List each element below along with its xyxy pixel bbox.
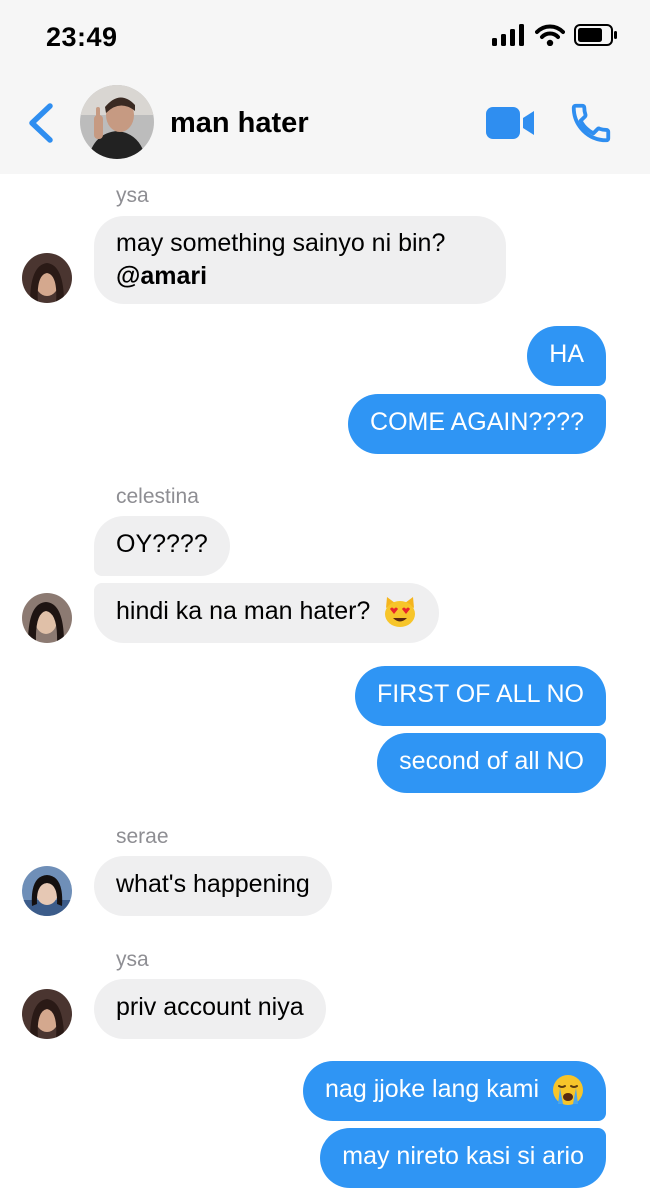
heart-eyes-cat-emoji (385, 597, 416, 628)
message-bubble-outgoing[interactable]: second of all NO (377, 733, 606, 793)
profile-photo (22, 866, 72, 916)
phone-icon (571, 103, 611, 143)
avatar-ysa[interactable] (22, 253, 72, 303)
profile-photo (22, 593, 72, 643)
profile-photo (22, 989, 72, 1039)
status-bar: 23:49 (0, 0, 650, 70)
video-call-icon (486, 107, 534, 139)
mention-tag[interactable]: @amari (116, 260, 484, 293)
chat-header: man hater (0, 70, 650, 174)
message-text: may something sainyo ni bin? (116, 229, 446, 257)
message-bubble-outgoing[interactable]: nag jjoke lang kami (303, 1061, 606, 1121)
profile-photo (22, 253, 72, 303)
voice-call-button[interactable] (568, 100, 614, 146)
message-bubble-incoming[interactable]: hindi ka na man hater? (94, 583, 440, 643)
sender-name: serae (116, 825, 169, 848)
message-bubble-outgoing[interactable]: may nireto kasi si ario (320, 1128, 606, 1188)
message-bubble-incoming[interactable]: OY???? (94, 516, 230, 576)
avatar-celestina[interactable] (22, 593, 72, 643)
back-button[interactable] (22, 100, 62, 146)
message-bubble-incoming[interactable]: what's happening (94, 856, 332, 916)
status-icons (492, 24, 618, 46)
avatar-ysa[interactable] (22, 989, 72, 1039)
group-avatar[interactable] (80, 85, 154, 159)
message-bubble-outgoing[interactable]: FIRST OF ALL NO (355, 666, 606, 726)
message-bubble-outgoing[interactable]: HA (527, 326, 606, 386)
message-text: nag jjoke lang kami (325, 1075, 540, 1103)
sender-name: ysa (116, 184, 149, 207)
message-bubble-incoming[interactable]: may something sainyo ni bin? @amari (94, 216, 506, 304)
avatar-serae[interactable] (22, 866, 72, 916)
wifi-icon (535, 24, 565, 46)
message-text: hindi ka na man hater? (116, 597, 371, 625)
sender-name: ysa (116, 948, 149, 971)
status-time: 23:49 (46, 22, 118, 52)
message-bubble-incoming[interactable]: priv account niya (94, 979, 326, 1039)
crying-face-emoji (553, 1075, 583, 1106)
back-chevron-icon (29, 103, 53, 143)
group-photo (80, 85, 154, 159)
chat-title: man hater (170, 107, 309, 139)
signal-icon (492, 24, 524, 46)
message-bubble-outgoing[interactable]: COME AGAIN???? (348, 394, 606, 454)
sender-name: celestina (116, 485, 199, 508)
video-call-button[interactable] (485, 106, 535, 140)
battery-icon (574, 24, 617, 46)
